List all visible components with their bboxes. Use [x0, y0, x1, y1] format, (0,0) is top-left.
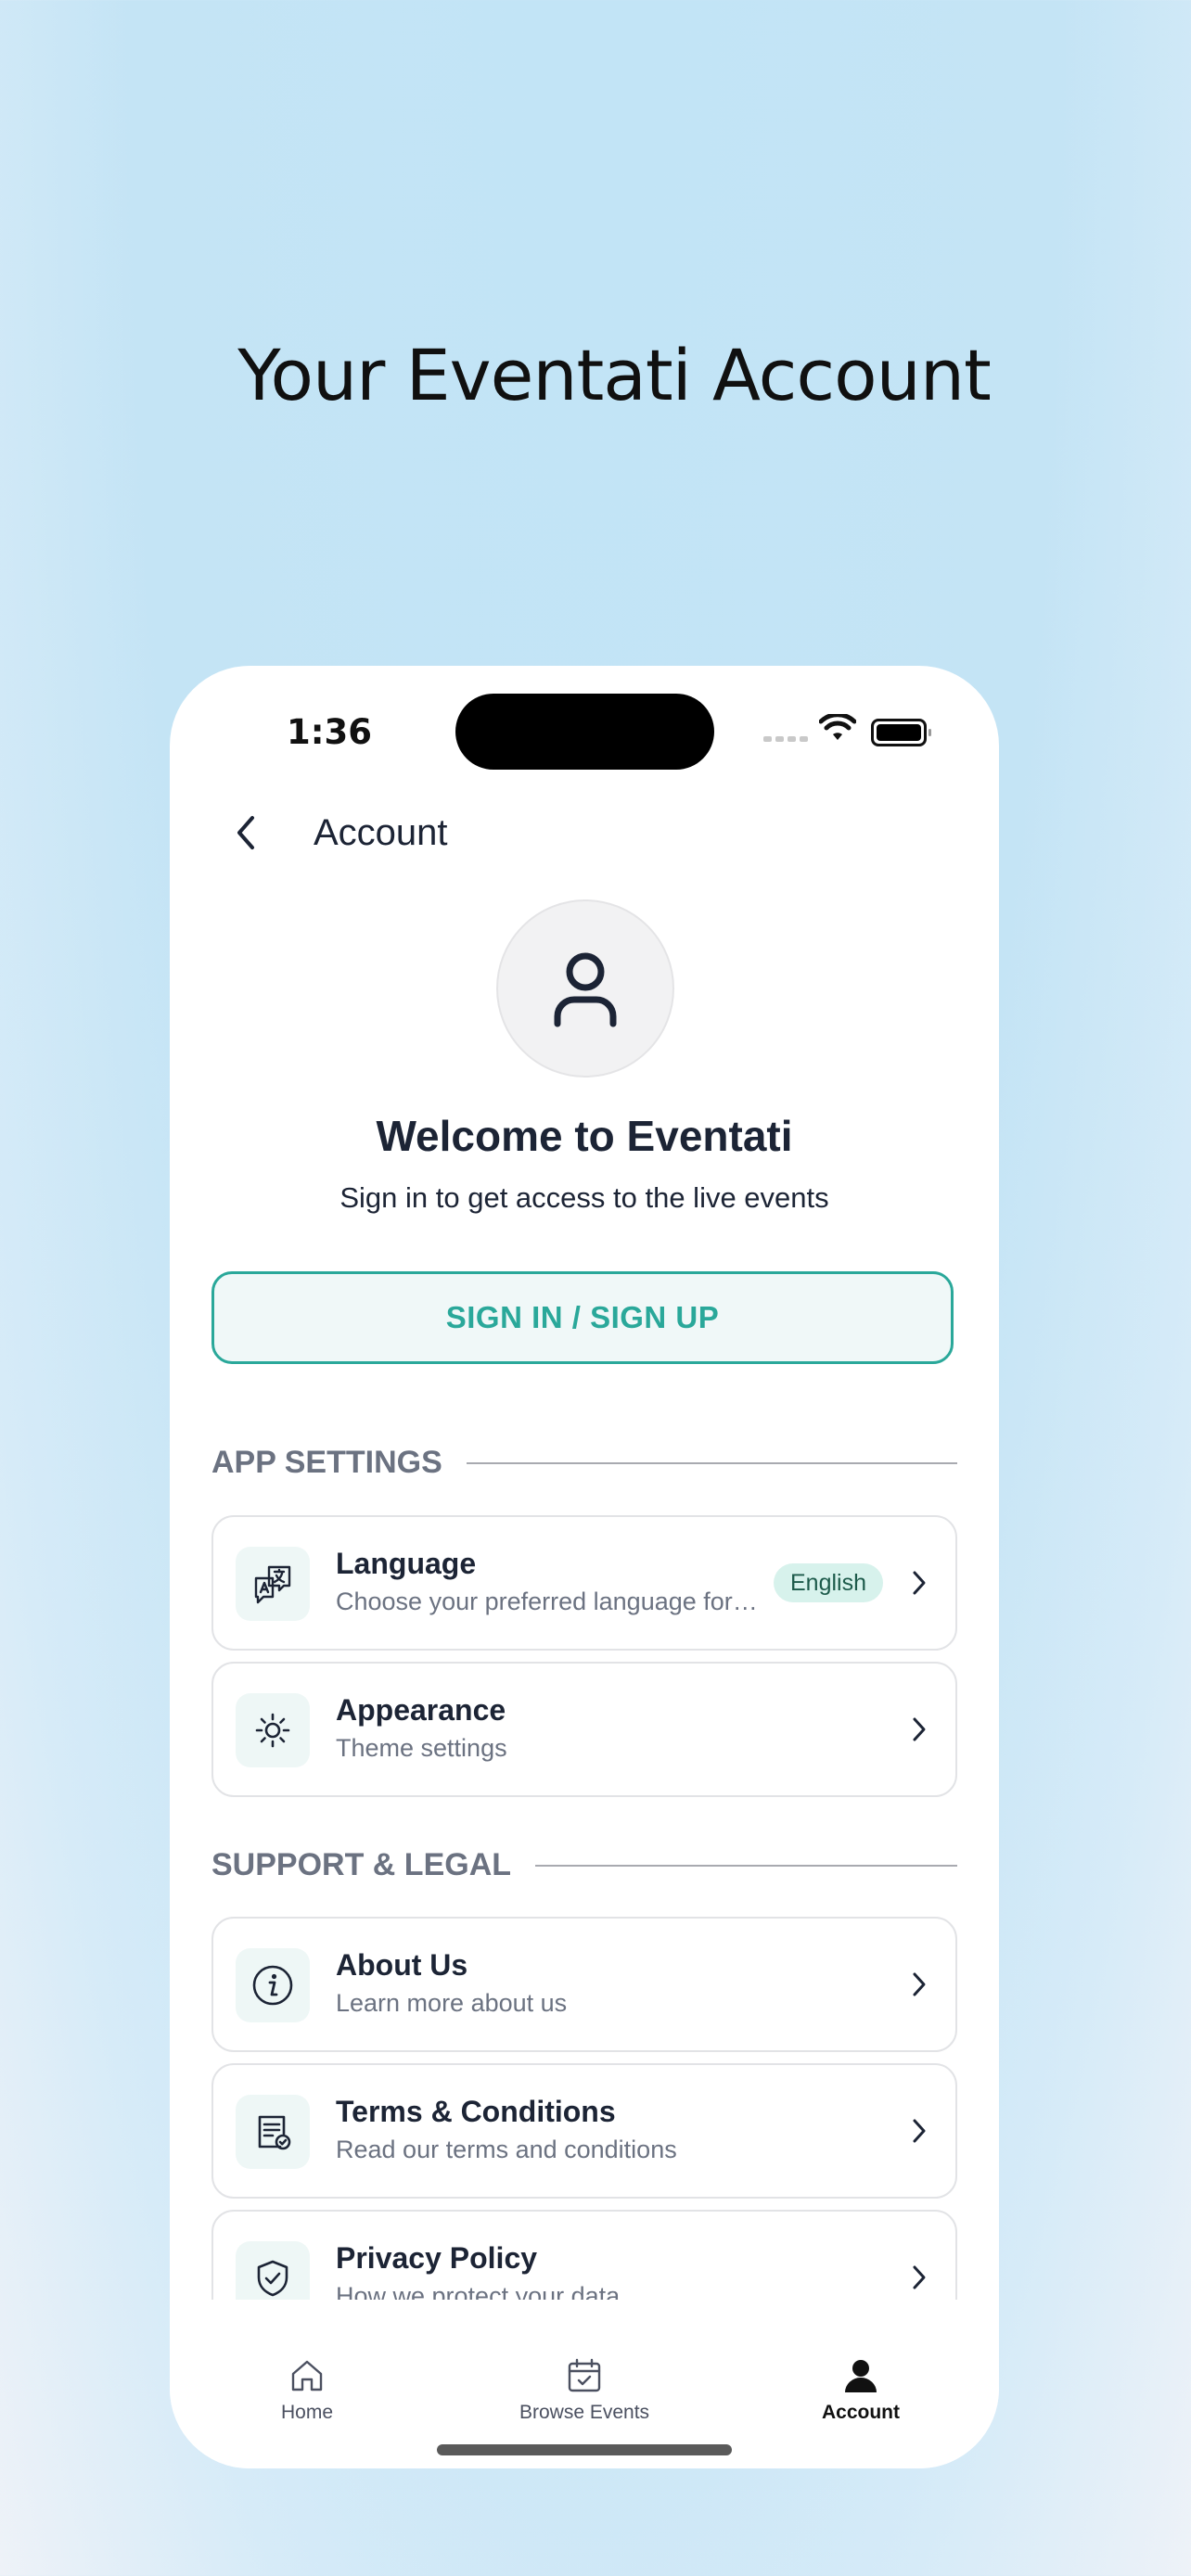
page-title: Account	[314, 812, 448, 853]
tab-label: Home	[280, 2402, 334, 2423]
section-label: SUPPORT & LEGAL	[211, 1847, 512, 1882]
section-divider	[535, 1864, 957, 1867]
tab-account[interactable]: Account	[759, 2357, 963, 2424]
chevron-left-icon	[237, 816, 254, 849]
battery-icon	[871, 719, 931, 746]
chevron-right-icon	[913, 2119, 926, 2143]
sign-in-button[interactable]: SIGN IN / SIGN UP	[211, 1271, 954, 1364]
item-description: Read our terms and conditions	[336, 2136, 677, 2163]
item-title: About Us	[336, 1948, 468, 1982]
status-time: 1:36	[287, 712, 373, 752]
home-icon	[291, 2360, 323, 2391]
dynamic-island	[455, 694, 714, 770]
item-description: Learn more about us	[336, 1989, 568, 2017]
sun-icon	[236, 1693, 310, 1767]
chevron-right-icon	[913, 1571, 926, 1595]
avatar	[496, 899, 674, 1078]
phone-frame: 1:36 Account Welcome to Eventati Sign in…	[170, 666, 999, 2468]
back-button[interactable]	[218, 805, 274, 861]
tab-home[interactable]: Home	[205, 2357, 409, 2424]
user-icon	[554, 952, 617, 1027]
person-icon	[845, 2360, 877, 2392]
about-us-item[interactable]: About Us Learn more about us	[211, 1917, 957, 2052]
section-label: APP SETTINGS	[211, 1445, 442, 1480]
chevron-right-icon	[913, 1972, 926, 1996]
section-app-settings: APP SETTINGS	[211, 1445, 957, 1481]
item-description: Theme settings	[336, 1734, 507, 1762]
item-title: Language	[336, 1547, 477, 1580]
tab-label: Account	[822, 2402, 900, 2423]
appearance-setting-item[interactable]: Appearance Theme settings	[211, 1662, 957, 1797]
item-description: Choose your preferred language for the a…	[336, 1588, 764, 1615]
section-support-legal: SUPPORT & LEGAL	[211, 1847, 957, 1883]
language-setting-item[interactable]: Language Choose your preferred language …	[211, 1515, 957, 1651]
chevron-right-icon	[913, 1717, 926, 1741]
page-headline: Your Eventati Account	[237, 334, 992, 416]
terms-conditions-item[interactable]: Terms & Conditions Read our terms and co…	[211, 2063, 957, 2199]
info-icon	[236, 1948, 310, 2022]
item-title: Appearance	[336, 1693, 506, 1727]
section-divider	[466, 1461, 957, 1464]
wifi-icon	[819, 714, 856, 740]
chevron-right-icon	[913, 2265, 926, 2289]
translate-icon	[236, 1547, 310, 1621]
language-badge: English	[774, 1563, 883, 1602]
document-check-icon	[236, 2095, 310, 2169]
tab-label: Browse Events	[519, 2402, 650, 2423]
home-indicator	[437, 2444, 732, 2455]
tab-browse-events[interactable]: Browse Events	[482, 2357, 686, 2424]
calendar-check-icon	[568, 2358, 601, 2392]
welcome-subtitle: Sign in to get access to the live events	[339, 1181, 829, 1214]
cellular-signal-icon	[763, 736, 808, 742]
item-title: Privacy Policy	[336, 2241, 538, 2275]
welcome-heading: Welcome to Eventati	[376, 1112, 793, 1160]
bottom-tab-bar: Home Browse Events Account	[170, 2300, 999, 2468]
item-title: Terms & Conditions	[336, 2095, 616, 2128]
